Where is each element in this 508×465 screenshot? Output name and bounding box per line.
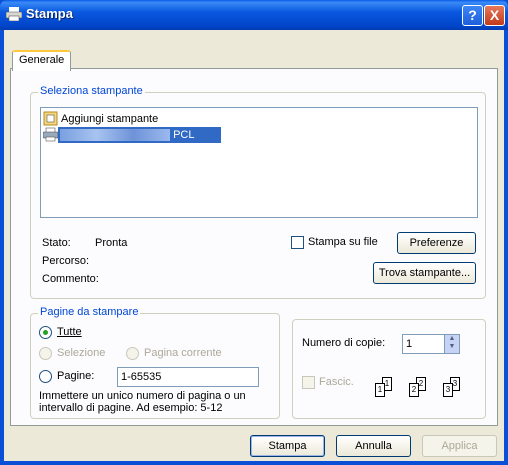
print-dialog-window: Stampa ? X Generale Seleziona stampante … [0,0,508,465]
spin-down-icon[interactable]: ▼ [445,343,459,351]
spin-up-icon[interactable]: ▲ [445,335,459,343]
status-value: Pronta [95,237,128,249]
all-pages-radio[interactable] [39,326,52,339]
location-label: Percorso: [42,255,90,267]
add-printer-icon [43,111,58,126]
redacted-printer-name [60,129,170,142]
dialog-client-area: Generale Seleziona stampante Aggiungi st… [4,30,504,461]
current-page-label: Pagina corrente [144,347,222,359]
find-printer-button[interactable]: Trova stampante... [373,262,476,284]
comment-label: Commento: [42,273,99,285]
printer-pcl-label: PCL [173,129,195,141]
selection-label: Selezione [57,347,106,359]
page-range-input[interactable]: 1-65535 [117,367,259,387]
collate-illustration: 1 1 2 2 3 3 [372,375,480,407]
print-to-file-checkbox[interactable] [291,236,304,249]
collate-page-front-2: 2 [409,383,419,397]
title-bar[interactable]: Stampa ? X [0,0,508,30]
tab-generale[interactable]: Generale [12,50,72,71]
printer-icon [6,7,22,21]
apply-button[interactable]: Applica [422,435,497,457]
page-range-label: Pagine: [57,370,95,382]
collate-page-front-1: 1 [375,383,385,397]
preferences-button[interactable]: Preferenze [397,232,476,254]
selection-radio[interactable] [39,347,52,360]
page-range-help-text: Immettere un unico numero di pagina o un… [39,390,246,414]
pages-range-group: Pagine da stampare Tutte Selezione Pagin… [30,306,280,419]
close-button[interactable]: X [484,5,505,26]
pages-group-title: Pagine da stampare [38,306,141,318]
all-pages-label: Tutte [57,326,82,338]
page-range-radio[interactable] [39,370,52,383]
list-item-printer-pcl[interactable]: PCL [43,127,222,143]
cancel-button[interactable]: Annulla [336,435,411,457]
collate-label: Fascic. [319,376,354,388]
add-printer-label: Aggiungi stampante [61,113,159,125]
window-title: Stampa [26,6,73,21]
collate-checkbox[interactable] [302,376,315,389]
printer-icon [43,127,58,142]
status-label: Stato: [42,237,71,249]
copies-group: Numero di copie: 1 ▲ ▼ Fascic. 1 1 2 2 3… [292,319,486,419]
printer-group-title: Seleziona stampante [38,85,145,97]
print-to-file-label: Stampa su file [308,236,378,248]
tab-panel: Seleziona stampante Aggiungi stampante P… [10,68,498,426]
printer-name-highlight: PCL [58,127,222,143]
list-item-add-printer[interactable]: Aggiungi stampante [43,111,158,127]
help-button[interactable]: ? [462,5,483,26]
printer-selection-group: Seleziona stampante Aggiungi stampante P… [30,85,486,299]
current-page-radio[interactable] [126,347,139,360]
copies-spinner[interactable]: ▲ ▼ [444,335,459,353]
print-button[interactable]: Stampa [250,435,325,457]
collate-page-front-3: 3 [443,383,453,397]
copies-label: Numero di copie: [302,337,386,349]
printer-list[interactable]: Aggiungi stampante PCL [40,107,478,218]
